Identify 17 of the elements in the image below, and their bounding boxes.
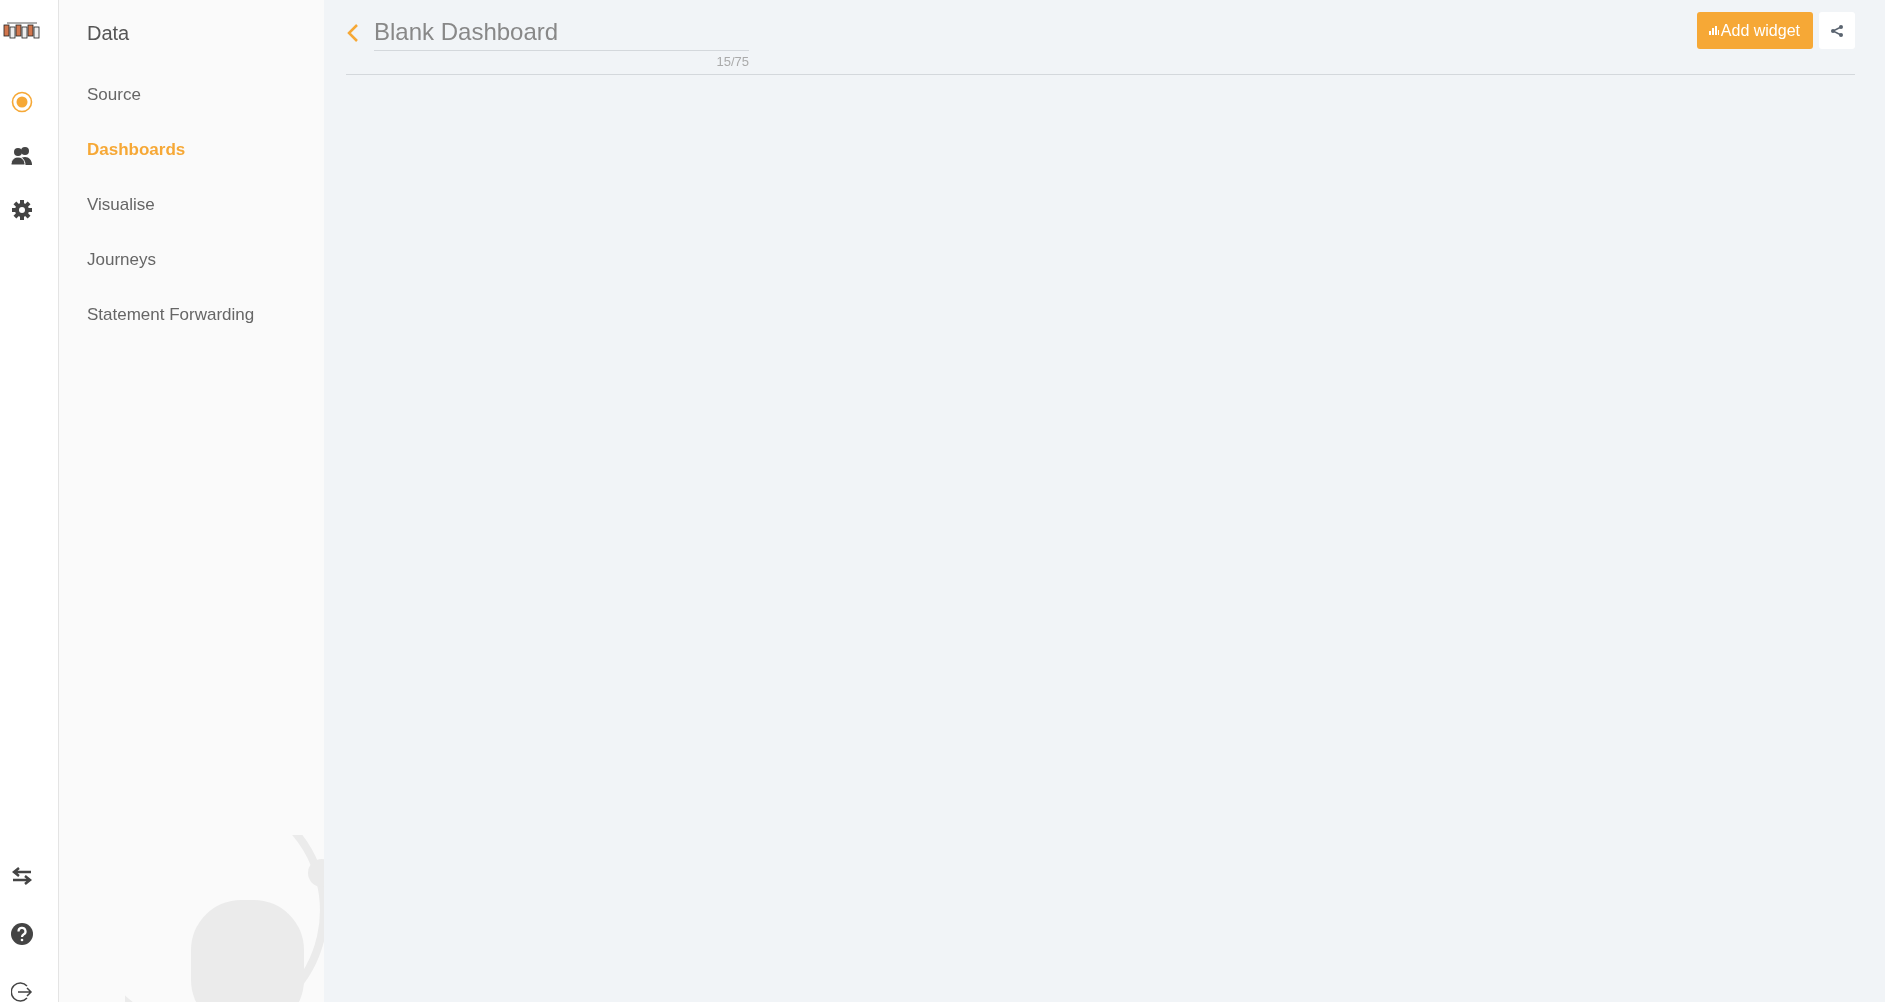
- character-counter: 15/75: [716, 54, 749, 69]
- help-icon: [11, 923, 33, 945]
- bar-chart-icon: [1708, 26, 1719, 35]
- sidebar-title: Data: [87, 22, 131, 45]
- sidebar-item[interactable]: Statement Forwarding: [87, 287, 255, 342]
- sidebar-item[interactable]: Visualise: [87, 177, 155, 232]
- swap-icon: [12, 867, 32, 885]
- target-icon: [11, 91, 33, 113]
- settings-icon: [11, 199, 33, 221]
- share-button[interactable]: [1819, 12, 1855, 49]
- users-icon: [10, 146, 34, 166]
- share-icon: [1831, 24, 1843, 37]
- logo-drawing: [3, 20, 41, 40]
- sidebar-item[interactable]: Source: [87, 67, 141, 122]
- logout-icon: [11, 981, 33, 1002]
- title-input-field[interactable]: Blank Dashboard: [374, 12, 749, 51]
- sidebar-item[interactable]: Journeys: [87, 232, 156, 287]
